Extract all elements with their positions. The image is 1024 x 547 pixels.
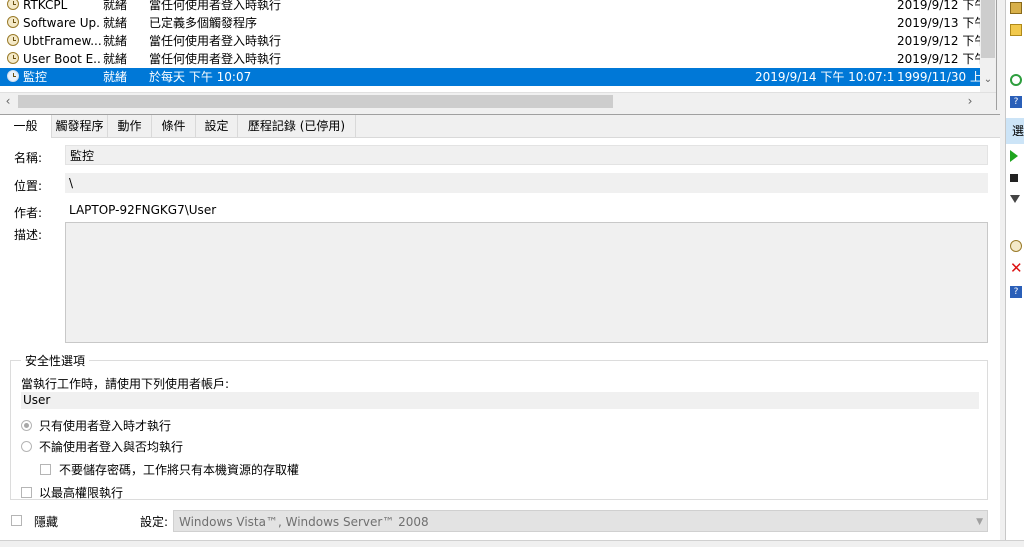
run-whether-logged-on-radio[interactable] [21, 441, 32, 452]
account-prompt: 當執行工作時，請使用下列使用者帳戶: [21, 377, 230, 391]
clock-icon [7, 0, 19, 10]
help-icon[interactable]: ? [1010, 96, 1022, 108]
disable-icon[interactable] [1010, 195, 1020, 203]
task-trigger: 已定義多個觸發程序 [149, 16, 258, 30]
configure-for-label: 設定: [140, 515, 169, 529]
task-status: 就緒 [103, 34, 128, 48]
task-status: 就緒 [103, 52, 128, 66]
clock-icon [7, 16, 19, 28]
clock-icon [7, 70, 19, 82]
tab-settings[interactable]: 設定 [196, 115, 238, 137]
task-status: 就緒 [103, 70, 128, 84]
location-label: 位置: [14, 179, 43, 193]
task-trigger: 於每天 下午 10:07 [149, 70, 252, 84]
task-details-pane: 一般 觸發程序 動作 條件 設定 歷程記錄 (已停用) 名稱: 監控 位置: \… [0, 114, 1000, 541]
scroll-right-button[interactable]: › [962, 93, 978, 110]
action-pane-selected-header[interactable]: 選 [1006, 118, 1024, 144]
tab-history[interactable]: 歷程記錄 (已停用) [238, 115, 356, 137]
hidden-label[interactable]: 隱藏 [34, 513, 58, 530]
run-only-logged-on-label[interactable]: 只有使用者登入時才執行 [39, 417, 171, 434]
tab-actions[interactable]: 動作 [108, 115, 152, 137]
clock-icon[interactable] [1010, 240, 1022, 252]
table-row[interactable]: UbtFramew... 就緒 當任何使用者登入時執行 2019/9/12 下午 [0, 32, 980, 50]
table-row[interactable]: RTKCPL 就緒 當任何使用者登入時執行 2019/9/12 下午 [0, 0, 980, 14]
end-icon[interactable] [1010, 174, 1018, 182]
configure-for-value: Windows Vista™, Windows Server™ 2008 [179, 515, 429, 529]
table-row-selected[interactable]: 監控 就緒 於每天 下午 10:07 2019/9/14 下午 10:07:18… [0, 68, 980, 86]
run-only-logged-on-radio[interactable] [21, 420, 32, 431]
scroll-down-button[interactable]: ⌄ [980, 72, 996, 88]
task-last-run: 2019/9/12 下午 [897, 0, 980, 12]
do-not-store-password-checkbox[interactable] [40, 464, 51, 475]
task-name: RTKCPL [23, 0, 68, 12]
task-trigger: 當任何使用者登入時執行 [149, 34, 282, 48]
task-trigger: 當任何使用者登入時執行 [149, 0, 282, 12]
name-field[interactable]: 監控 [65, 145, 988, 165]
run-icon[interactable] [1010, 150, 1018, 162]
scrollbar-thumb[interactable] [18, 95, 613, 108]
task-last-run: 2019/9/13 下午 [897, 16, 980, 30]
task-last-run: 2019/9/12 下午 [897, 52, 980, 66]
configure-for-select[interactable]: Windows Vista™, Windows Server™ 2008 ▼ [173, 510, 988, 532]
vertical-scrollbar[interactable]: ⌄ [980, 0, 996, 92]
clock-icon [7, 34, 19, 46]
user-account-field[interactable]: User [21, 392, 979, 409]
hidden-checkbox[interactable] [11, 515, 22, 526]
action-pane: ? 選 ✕ ? [1005, 0, 1024, 546]
highest-privileges-label[interactable]: 以最高權限執行 [39, 484, 123, 501]
task-list[interactable]: RTKCPL 就緒 當任何使用者登入時執行 2019/9/12 下午 Softw… [0, 0, 997, 110]
table-row[interactable]: User Boot E... 就緒 當任何使用者登入時執行 2019/9/12 … [0, 50, 980, 68]
task-last-run: 1999/11/30 上午 [897, 70, 980, 84]
description-label: 描述: [14, 228, 43, 242]
refresh-icon[interactable] [1010, 74, 1022, 86]
do-not-store-password-label[interactable]: 不要儲存密碼，工作將只有本機資源的存取權 [59, 461, 299, 478]
run-whether-logged-on-label[interactable]: 不論使用者登入與否均執行 [39, 438, 183, 455]
task-trigger: 當任何使用者登入時執行 [149, 52, 282, 66]
description-textarea[interactable] [65, 222, 988, 343]
task-name: UbtFramew... [23, 34, 101, 48]
task-next-run: 2019/9/14 下午 10:07:18 [755, 70, 895, 84]
task-name: User Boot E... [23, 52, 101, 66]
task-name: 監控 [23, 70, 48, 84]
tab-triggers[interactable]: 觸發程序 [52, 115, 108, 137]
task-name: Software Up... [23, 16, 101, 30]
horizontal-scrollbar[interactable]: ‹ › [0, 92, 996, 110]
author-label: 作者: [14, 206, 43, 220]
task-status: 就緒 [103, 16, 128, 30]
table-row[interactable]: Software Up... 就緒 已定義多個觸發程序 2019/9/13 下午 [0, 14, 980, 32]
folder-icon[interactable] [1010, 2, 1022, 14]
scroll-left-button[interactable]: ‹ [0, 93, 16, 110]
security-options-legend: 安全性選項 [21, 352, 90, 369]
chevron-down-icon: ▼ [976, 517, 983, 527]
clock-icon [7, 52, 19, 64]
scrollbar-thumb[interactable] [981, 0, 995, 58]
tab-conditions[interactable]: 條件 [152, 115, 196, 137]
name-label: 名稱: [14, 151, 43, 165]
folder-icon[interactable] [1010, 24, 1022, 36]
tab-strip: 一般 觸發程序 動作 條件 設定 歷程記錄 (已停用) [0, 115, 1000, 138]
task-status: 就緒 [103, 0, 128, 12]
highest-privileges-checkbox[interactable] [21, 487, 32, 498]
author-field[interactable]: LAPTOP-92FNGKG7\User [65, 200, 988, 220]
location-field[interactable]: \ [65, 173, 988, 193]
tab-general[interactable]: 一般 [0, 115, 52, 138]
task-last-run: 2019/9/12 下午 [897, 34, 980, 48]
security-options-group: 安全性選項 當執行工作時，請使用下列使用者帳戶: User 只有使用者登入時才執… [10, 352, 988, 501]
help-icon[interactable]: ? [1010, 286, 1022, 298]
delete-icon[interactable]: ✕ [1010, 261, 1023, 276]
